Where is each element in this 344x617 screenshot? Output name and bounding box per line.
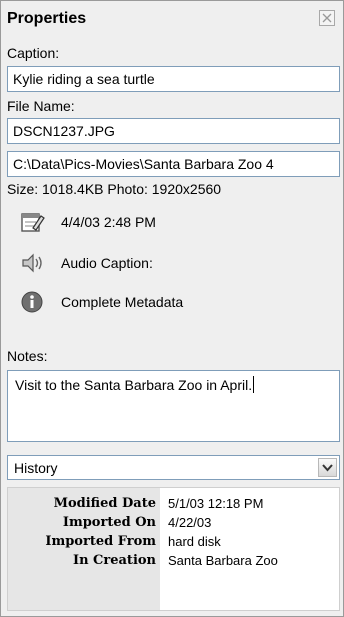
dropdown-button[interactable] xyxy=(318,458,337,477)
audio-caption-row[interactable]: Audio Caption: xyxy=(19,248,153,278)
history-row: In Creation Santa Barbara Zoo xyxy=(8,553,341,571)
audio-caption-text: Audio Caption: xyxy=(61,255,153,271)
history-dropdown[interactable]: History xyxy=(7,455,340,480)
history-row: Imported On 4/22/03 xyxy=(8,515,341,533)
notes-label: Notes: xyxy=(7,348,48,364)
history-row: Modified Date 5/1/03 12:18 PM xyxy=(8,496,341,514)
panel-title: Properties xyxy=(7,10,87,27)
caption-field[interactable]: Kylie riding a sea turtle xyxy=(7,66,340,92)
history-panel: Modified Date 5/1/03 12:18 PM Imported O… xyxy=(7,487,340,611)
history-value: 4/22/03 xyxy=(168,515,212,530)
file-name-field[interactable]: DSCN1237.JPG xyxy=(7,118,340,144)
history-label: Modified Date xyxy=(53,496,156,511)
notes-textarea[interactable]: Visit to the Santa Barbara Zoo in April. xyxy=(7,370,340,442)
notes-text: Visit to the Santa Barbara Zoo in April. xyxy=(15,377,253,393)
history-dropdown-value: History xyxy=(14,460,58,476)
history-value: hard disk xyxy=(168,534,221,549)
history-value: 5/1/03 12:18 PM xyxy=(168,496,264,511)
history-label: Imported From xyxy=(45,534,156,549)
history-value: Santa Barbara Zoo xyxy=(168,553,278,568)
date-text: 4/4/03 2:48 PM xyxy=(61,214,156,230)
size-info: Size: 1018.4KB Photo: 1920x2560 xyxy=(7,181,222,197)
history-row: Imported From hard disk xyxy=(8,534,341,552)
calendar-edit-icon xyxy=(21,213,45,232)
close-button[interactable] xyxy=(319,10,335,26)
properties-panel: Properties Caption: Kylie riding a sea t… xyxy=(0,0,344,617)
text-caret xyxy=(253,376,255,393)
file-path-field[interactable]: C:\Data\Pics-Movies\Santa Barbara Zoo 4 xyxy=(7,151,340,177)
complete-metadata-text: Complete Metadata xyxy=(61,294,184,310)
history-label: Imported On xyxy=(62,515,156,530)
chevron-down-icon xyxy=(322,464,333,472)
info-icon xyxy=(21,291,43,313)
panel-title-bar: Properties xyxy=(1,1,343,37)
speaker-icon xyxy=(22,253,42,273)
file-name-label: File Name: xyxy=(7,98,75,114)
close-icon xyxy=(322,13,332,23)
history-label: In Creation xyxy=(72,553,156,568)
date-row[interactable]: 4/4/03 2:48 PM xyxy=(19,207,156,237)
complete-metadata-row[interactable]: Complete Metadata xyxy=(19,287,183,317)
caption-label: Caption: xyxy=(7,45,60,61)
